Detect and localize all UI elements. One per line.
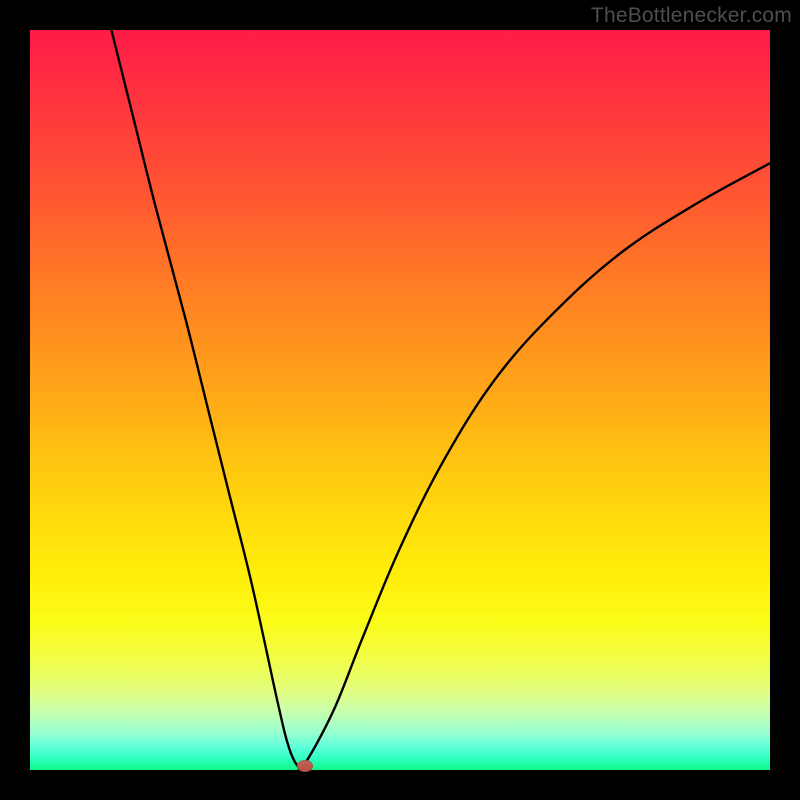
chart-stage: TheBottlenecker.com — [0, 0, 800, 800]
plot-area — [30, 30, 770, 770]
curve-svg — [30, 30, 770, 770]
bottleneck-curve — [111, 30, 770, 771]
minimum-point-marker — [297, 760, 313, 772]
watermark-text: TheBottlenecker.com — [591, 4, 792, 28]
